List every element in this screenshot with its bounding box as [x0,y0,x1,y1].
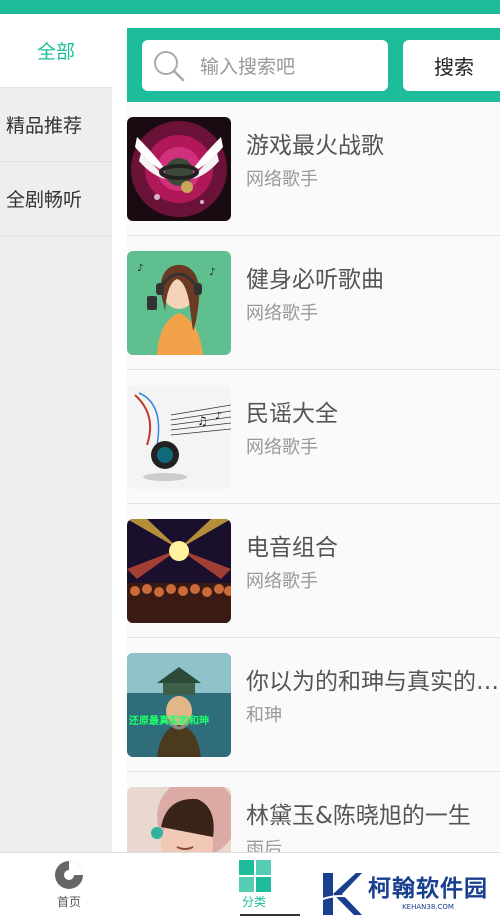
tab-category[interactable]: 分类 [194,853,314,919]
search-icon [152,49,186,83]
list-item[interactable]: ♪ ♪ 健身必听歌曲 网络歌手 [127,236,500,370]
svg-text:♪: ♪ [209,267,215,278]
item-title: 游戏最火战歌 [246,133,384,159]
album-cover-image: 还原最真实的和珅 [127,653,231,757]
album-cover-image: ♪ ♪ [127,251,231,355]
watermark-k-icon [320,873,362,915]
cover-caption: 还原最真实的和珅 [128,714,209,727]
active-tab-indicator [240,914,300,916]
category-grid-icon [239,860,271,896]
watermark-logo: 柯翰软件园 KEHAN38.COM [320,868,500,919]
search-bar: 输入搜索吧 搜索 [127,28,500,102]
watermark-url: KEHAN38.COM [402,902,454,911]
bottom-navigation: 首页 分类 柯翰软件园 KEHAN38.COM [0,852,500,919]
sidebar-item-full-listen[interactable]: 全剧畅听 [0,162,112,236]
search-button[interactable]: 搜索 [403,40,500,91]
item-artist: 和珅 [246,705,282,726]
category-sidebar: 全部 精品推荐 全剧畅听 [0,14,112,852]
list-item[interactable]: 林黛玉&陈晓旭的一生 雨后 [127,772,500,852]
item-title: 电音组合 [246,535,338,561]
tab-category-label: 分类 [241,895,266,909]
album-cover-image [127,117,231,221]
search-input[interactable]: 输入搜索吧 [142,40,388,91]
home-disc-icon [54,860,84,894]
album-cover-image [127,787,231,852]
album-cover-image: ♫ ♪ [127,385,231,489]
list-item[interactable]: ♫ ♪ 民谣大全 网络歌手 [127,370,500,504]
sidebar-item-all[interactable]: 全部 [0,14,112,88]
status-strip [0,0,500,14]
list-item[interactable]: 游戏最火战歌 网络歌手 [127,102,500,236]
album-cover-image [127,519,231,623]
item-title: 林黛玉&陈晓旭的一生 [246,803,471,829]
item-title: 民谣大全 [246,401,338,427]
item-title: 健身必听歌曲 [246,267,384,293]
sidebar-item-featured[interactable]: 精品推荐 [0,88,112,162]
item-artist: 网络歌手 [246,303,318,324]
svg-text:♪: ♪ [137,263,143,274]
item-title: 你以为的和珅与真实的… [246,669,499,695]
svg-text:♫: ♫ [197,414,208,428]
item-artist: 网络歌手 [246,571,318,592]
watermark-name: 柯翰软件园 [368,875,488,902]
item-artist: 雨后 [246,839,282,852]
list-item[interactable]: 还原最真实的和珅 你以为的和珅与真实的… 和珅 [127,638,500,772]
search-placeholder: 输入搜索吧 [200,56,296,78]
item-artist: 网络歌手 [246,437,318,458]
tab-home-label: 首页 [56,895,81,909]
album-list-panel: 输入搜索吧 搜索 游戏最火战歌 网络歌手 ♪ ♪ 健身必听歌曲 网络歌手 ♫ ♪… [127,28,500,852]
svg-text:♪: ♪ [215,411,221,422]
tab-home[interactable]: 首页 [9,853,129,919]
item-artist: 网络歌手 [246,169,318,190]
list-item[interactable]: 电音组合 网络歌手 [127,504,500,638]
